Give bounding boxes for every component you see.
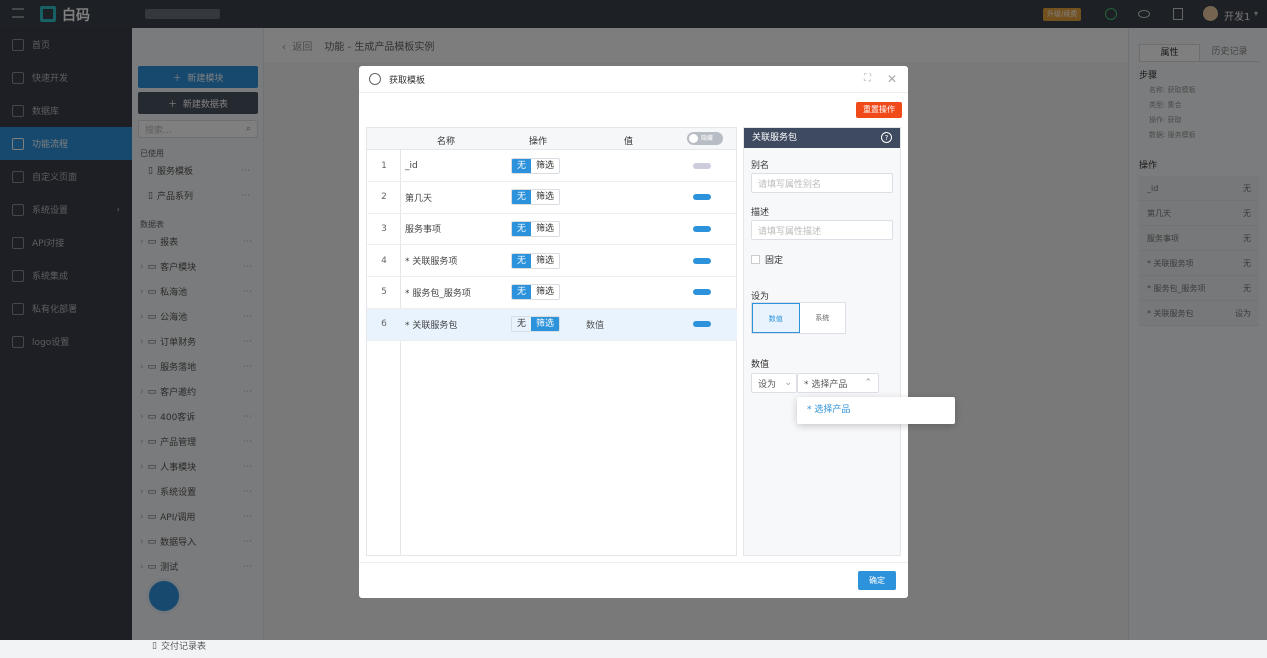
table-row[interactable]: 6 * 关联服务包 无筛选 数值 [367,308,737,341]
op-none-option[interactable]: 无 [512,253,532,268]
fixed-checkbox[interactable]: 固定 [751,253,783,266]
set-type-system-option[interactable]: 系统 [800,303,846,333]
op-none-option[interactable]: 无 [512,317,531,331]
field-name: * 服务包_服务项 [405,288,471,299]
property-title-bar: 关联服务包 ? [744,128,900,148]
table-row[interactable]: 3 服务事项 无筛选 [367,213,737,246]
op-filter-option[interactable]: 筛选 [531,159,559,173]
file-icon: ▯ [152,640,157,651]
dropdown-option[interactable]: * 选择产品 [797,397,955,424]
field-toggle[interactable] [693,289,711,296]
modal-header: 获取模板 ⛶ ✕ [359,66,908,93]
row-number: 4 [381,255,387,266]
table-row[interactable]: 1 _id 无筛选 [367,150,737,182]
set-label: 设为 [751,292,770,302]
field-name: * 关联服务项 [405,257,458,268]
op-filter-option[interactable]: 筛选 [531,222,559,236]
op-none-option[interactable]: 无 [512,285,532,300]
op-segment: 无筛选 [511,316,561,332]
value-label: 数值 [751,360,770,370]
field-toggle[interactable] [693,162,711,169]
set-type-value-option[interactable]: 数值 [752,303,800,333]
chevron-down-icon: ⌄ [784,378,792,388]
reset-button[interactable]: 重置操作 [856,102,902,118]
modal-title: 获取模板 [389,75,426,86]
hide-toggle[interactable]: 隐藏 [687,132,723,145]
op-segment: 无筛选 [511,189,561,206]
op-segment: 无筛选 [511,157,561,174]
row-number: 3 [381,223,387,234]
op-filter-option[interactable]: 筛选 [531,317,560,331]
op-segment: 无筛选 [511,220,561,237]
product-dropdown: * 选择产品 [797,397,955,424]
field-name: * 关联服务包 [405,320,458,331]
property-title: 关联服务包 [752,133,798,143]
confirm-button[interactable]: 确定 [858,571,896,590]
field-name: 服务事项 [405,225,442,236]
op-none-option[interactable]: 无 [512,190,532,205]
header-op: 操作 [529,137,548,147]
modal-footer-divider [359,562,908,563]
help-icon[interactable]: ? [881,132,892,143]
op-segment: 无筛选 [511,252,561,269]
refresh-icon[interactable] [369,73,381,85]
fullscreen-icon[interactable]: ⛶ [864,73,871,84]
table-header: 名称 操作 值 隐藏 [367,128,736,150]
op-none-option[interactable]: 无 [512,221,532,236]
alias-input[interactable]: 请填写属性别名 [751,173,893,193]
table-row[interactable]: 4 * 关联服务项 无筛选 [367,245,737,278]
row-number: 5 [381,287,387,298]
table-row[interactable]: 5 * 服务包_服务项 无筛选 [367,277,737,309]
op-none-option[interactable]: 无 [512,158,532,173]
field-toggle[interactable] [693,321,711,327]
field-toggle[interactable] [693,257,711,264]
op-filter-option[interactable]: 筛选 [531,285,559,299]
op-filter-option[interactable]: 筛选 [531,190,559,204]
close-icon[interactable]: ✕ [887,72,897,86]
row-number: 2 [381,192,387,203]
field-toggle[interactable] [693,194,711,201]
field-name: _id [405,160,418,171]
set-type-toggle: 数值 系统 [751,302,846,334]
header-name: 名称 [437,137,456,147]
property-editor: 关联服务包 ? 别名 请填写属性别名 描述 请填写属性描述 固定 设为 数值 系… [743,127,901,556]
product-select[interactable]: * 选择产品 ⌃ [797,373,879,393]
header-value: 值 [624,137,634,147]
field-toggle[interactable] [693,225,711,232]
field-value: 数值 [586,320,605,331]
desc-label: 描述 [751,208,770,218]
checkbox-icon[interactable] [751,255,760,264]
op-segment: 无筛选 [511,284,561,301]
desc-input[interactable]: 请填写属性描述 [751,220,893,240]
fields-table: 名称 操作 值 隐藏 1 _id 无筛选 2 第几天无筛选 3 服务事项无筛选 4 * 关联服务… [366,127,737,556]
value-op-select[interactable]: 设为 ⌄ [751,373,797,393]
table-row[interactable]: 2 第几天 无筛选 [367,182,737,214]
row-number: 1 [381,160,387,171]
get-template-modal: 获取模板 ⛶ ✕ 重置操作 名称 操作 值 隐藏 1 _id 无筛选 2 第几天无筛选 3… [359,66,908,598]
field-name: 第几天 [405,193,433,204]
row-number: 6 [381,319,387,329]
alias-label: 别名 [751,161,770,171]
chevron-up-icon: ⌃ [864,378,872,388]
op-filter-option[interactable]: 筛选 [531,254,559,268]
